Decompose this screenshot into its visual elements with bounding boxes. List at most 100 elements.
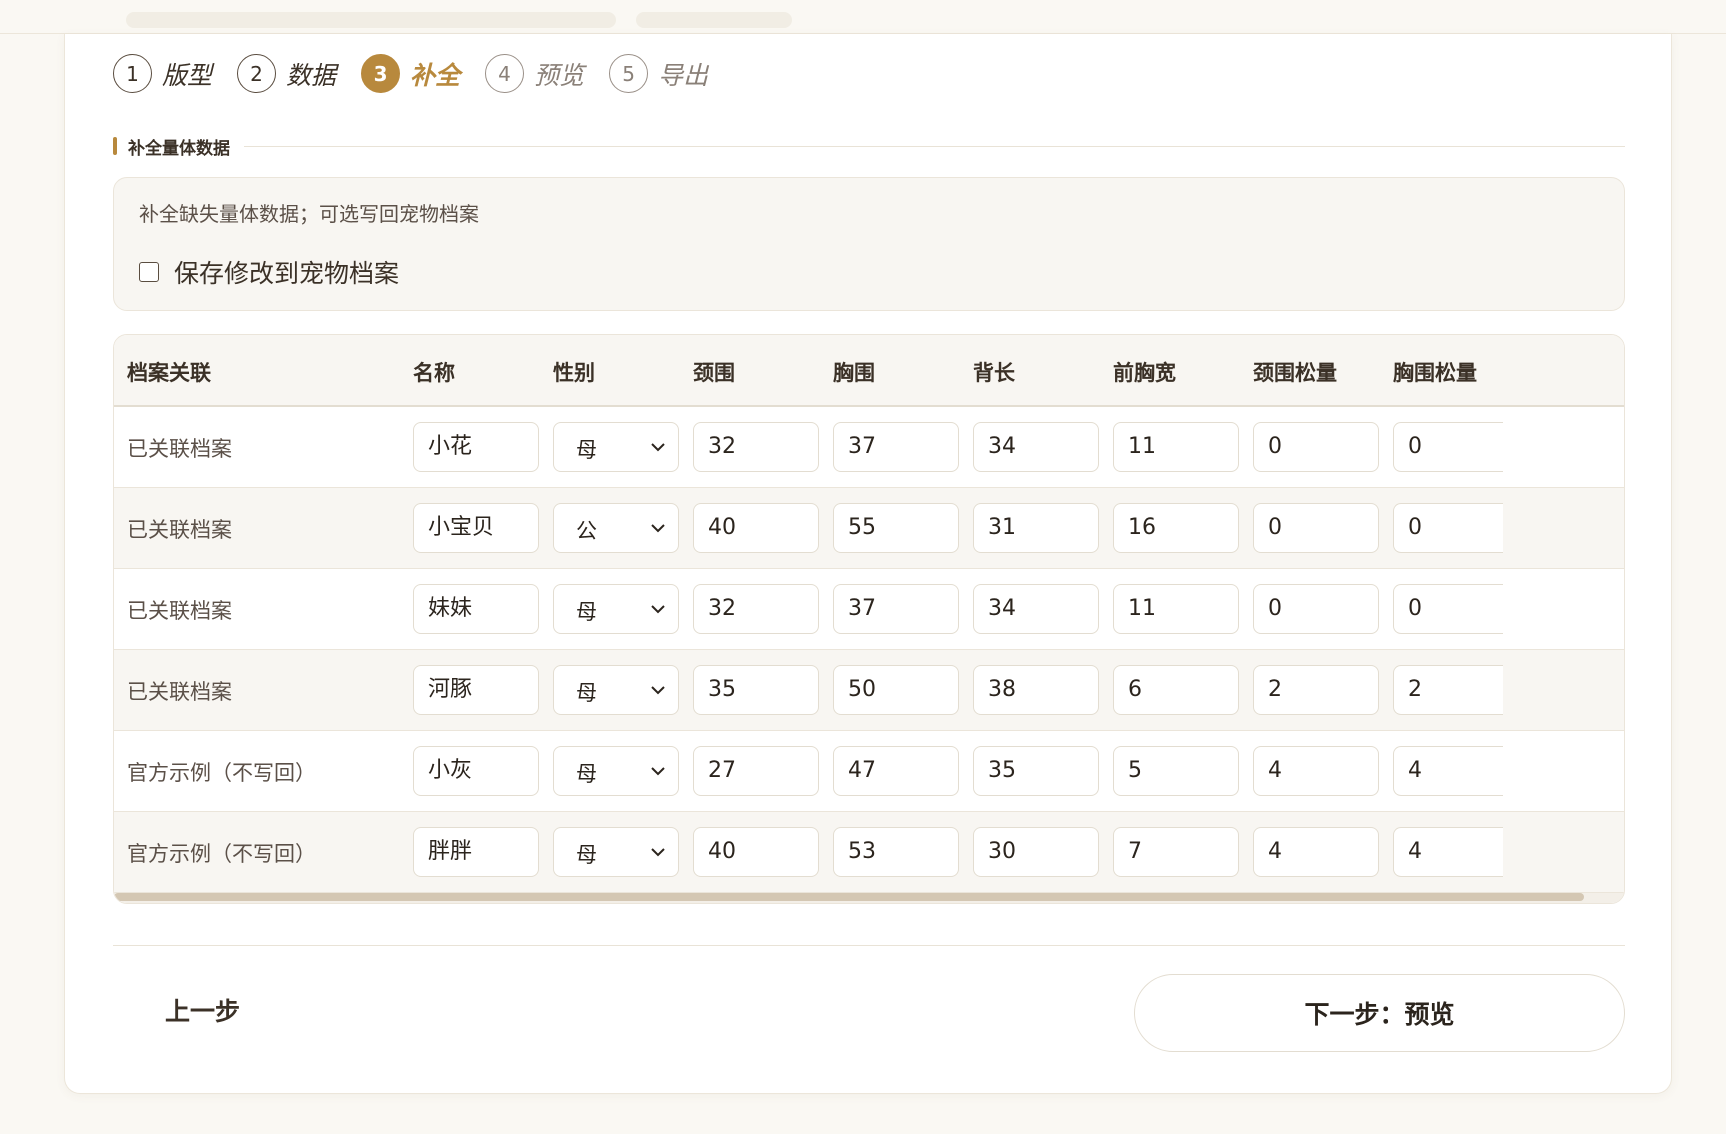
neck-ease-input[interactable]: 4 bbox=[1253, 827, 1379, 877]
chevron-down-icon bbox=[651, 686, 665, 695]
step-preview[interactable]: 4 预览 bbox=[485, 54, 584, 93]
gender-select[interactable]: 母 bbox=[553, 584, 679, 634]
front-chest-input[interactable]: 11 bbox=[1113, 584, 1239, 634]
top-bar-placeholder-2 bbox=[636, 12, 792, 28]
name-input[interactable]: 小宝贝 bbox=[413, 503, 539, 553]
chevron-down-icon bbox=[651, 605, 665, 614]
gender-select[interactable]: 公 bbox=[553, 503, 679, 553]
chest-ease-input[interactable]: 0 bbox=[1393, 422, 1503, 472]
save-to-profile-checkbox[interactable] bbox=[139, 262, 159, 282]
chest-input[interactable]: 50 bbox=[833, 665, 959, 715]
name-input[interactable]: 河豚 bbox=[413, 665, 539, 715]
table-row: 官方示例（不写回） 胖胖母 40 53 30 7 4 4 bbox=[114, 812, 1624, 893]
step-label: 补全 bbox=[410, 60, 461, 90]
section-header: 补全量体数据 bbox=[113, 132, 1625, 160]
chest-ease-input[interactable]: 4 bbox=[1393, 827, 1503, 877]
table-row: 已关联档案 小宝贝 公 40 55 31 16 0 0 bbox=[114, 488, 1624, 569]
save-to-profile-row[interactable]: 保存修改到宠物档案 bbox=[139, 254, 399, 290]
back-length-input[interactable]: 34 bbox=[973, 584, 1099, 634]
col-header-chest: 胸围 bbox=[833, 361, 875, 385]
next-step-button[interactable]: 下一步：预览 bbox=[1134, 974, 1625, 1052]
chest-input[interactable]: 47 bbox=[833, 746, 959, 796]
main-card: 1 版型 2 数据 3 补全 4 预览 5 导出 补全量体数据 补全缺失量体数据… bbox=[64, 34, 1672, 1094]
back-length-input[interactable]: 34 bbox=[973, 422, 1099, 472]
neck-input[interactable]: 35 bbox=[693, 665, 819, 715]
profile-link-status: 已关联档案 bbox=[127, 599, 232, 623]
chest-input[interactable]: 37 bbox=[833, 422, 959, 472]
footer-divider bbox=[113, 945, 1625, 946]
col-header-neck: 颈围 bbox=[693, 361, 735, 385]
profile-link-status: 已关联档案 bbox=[127, 437, 232, 461]
front-chest-input[interactable]: 6 bbox=[1113, 665, 1239, 715]
stepper: 1 版型 2 数据 3 补全 4 预览 5 导出 bbox=[113, 54, 733, 93]
col-header-neck-ease: 颈围松量 bbox=[1253, 361, 1337, 385]
step-number: 1 bbox=[113, 54, 152, 93]
chevron-down-icon bbox=[651, 524, 665, 533]
step-export[interactable]: 5 导出 bbox=[609, 54, 708, 93]
gender-select[interactable]: 母 bbox=[553, 665, 679, 715]
info-box: 补全缺失量体数据；可选写回宠物档案 保存修改到宠物档案 bbox=[113, 177, 1625, 311]
chest-input[interactable]: 55 bbox=[833, 503, 959, 553]
chevron-down-icon bbox=[651, 767, 665, 776]
neck-input[interactable]: 27 bbox=[693, 746, 819, 796]
chest-input[interactable]: 37 bbox=[833, 584, 959, 634]
neck-input[interactable]: 40 bbox=[693, 827, 819, 877]
top-bar-placeholder bbox=[126, 12, 616, 28]
neck-input[interactable]: 32 bbox=[693, 422, 819, 472]
name-input[interactable]: 胖胖 bbox=[413, 827, 539, 877]
neck-ease-input[interactable]: 0 bbox=[1253, 503, 1379, 553]
name-input[interactable]: 妹妹 bbox=[413, 584, 539, 634]
step-number: 4 bbox=[485, 54, 525, 93]
save-to-profile-label[interactable]: 保存修改到宠物档案 bbox=[174, 254, 399, 290]
neck-ease-input[interactable]: 0 bbox=[1253, 584, 1379, 634]
gender-value: 母 bbox=[576, 600, 597, 624]
col-header-link: 档案关联 bbox=[127, 361, 211, 385]
name-input[interactable]: 小花 bbox=[413, 422, 539, 472]
neck-ease-input[interactable]: 2 bbox=[1253, 665, 1379, 715]
neck-input[interactable]: 40 bbox=[693, 503, 819, 553]
front-chest-input[interactable]: 5 bbox=[1113, 746, 1239, 796]
table-row: 已关联档案 河豚母 35 50 38 6 2 2 bbox=[114, 650, 1624, 731]
back-length-input[interactable]: 30 bbox=[973, 827, 1099, 877]
chevron-down-icon bbox=[651, 848, 665, 857]
top-bar bbox=[0, 0, 1726, 34]
chest-ease-input[interactable]: 2 bbox=[1393, 665, 1503, 715]
back-length-input[interactable]: 31 bbox=[973, 503, 1099, 553]
gender-select[interactable]: 母 bbox=[553, 827, 679, 877]
chest-ease-input[interactable]: 0 bbox=[1393, 584, 1503, 634]
chest-input[interactable]: 53 bbox=[833, 827, 959, 877]
measurement-table: 档案关联 名称 性别 颈围 胸围 背长 前胸宽 颈围松量 胸围松量 已关联档案小… bbox=[113, 334, 1625, 904]
back-length-input[interactable]: 35 bbox=[973, 746, 1099, 796]
neck-input[interactable]: 32 bbox=[693, 584, 819, 634]
back-length-input[interactable]: 38 bbox=[973, 665, 1099, 715]
col-header-front-chest: 前胸宽 bbox=[1113, 361, 1176, 385]
step-layout[interactable]: 1 版型 bbox=[113, 54, 212, 93]
gender-value: 母 bbox=[576, 438, 597, 462]
chest-ease-input[interactable]: 0 bbox=[1393, 503, 1503, 553]
profile-link-status: 已关联档案 bbox=[127, 680, 232, 704]
prev-step-button[interactable]: 上一步 bbox=[165, 992, 240, 1028]
horizontal-scrollbar-thumb[interactable] bbox=[114, 893, 1584, 901]
front-chest-input[interactable]: 7 bbox=[1113, 827, 1239, 877]
step-label: 导出 bbox=[658, 60, 709, 90]
col-header-gender: 性别 bbox=[553, 361, 595, 385]
neck-ease-input[interactable]: 0 bbox=[1253, 422, 1379, 472]
col-header-name: 名称 bbox=[413, 361, 455, 385]
neck-ease-input[interactable]: 4 bbox=[1253, 746, 1379, 796]
profile-link-status: 已关联档案 bbox=[127, 518, 232, 542]
step-data[interactable]: 2 数据 bbox=[237, 54, 336, 93]
chest-ease-input[interactable]: 4 bbox=[1393, 746, 1503, 796]
step-complete[interactable]: 3 补全 bbox=[361, 54, 460, 93]
step-number: 5 bbox=[609, 54, 649, 93]
gender-select[interactable]: 母 bbox=[553, 746, 679, 796]
section-divider bbox=[244, 145, 1625, 147]
table-header: 档案关联 名称 性别 颈围 胸围 背长 前胸宽 颈围松量 胸围松量 bbox=[114, 335, 1624, 407]
table-row: 已关联档案 妹妹 母 32 37 34 11 0 0 bbox=[114, 569, 1624, 650]
front-chest-input[interactable]: 11 bbox=[1113, 422, 1239, 472]
gender-select[interactable]: 母 bbox=[553, 422, 679, 472]
section-title: 补全量体数据 bbox=[128, 138, 230, 159]
front-chest-input[interactable]: 16 bbox=[1113, 503, 1239, 553]
name-input[interactable]: 小灰 bbox=[413, 746, 539, 796]
step-number: 3 bbox=[361, 54, 401, 93]
info-description: 补全缺失量体数据；可选写回宠物档案 bbox=[139, 202, 479, 226]
